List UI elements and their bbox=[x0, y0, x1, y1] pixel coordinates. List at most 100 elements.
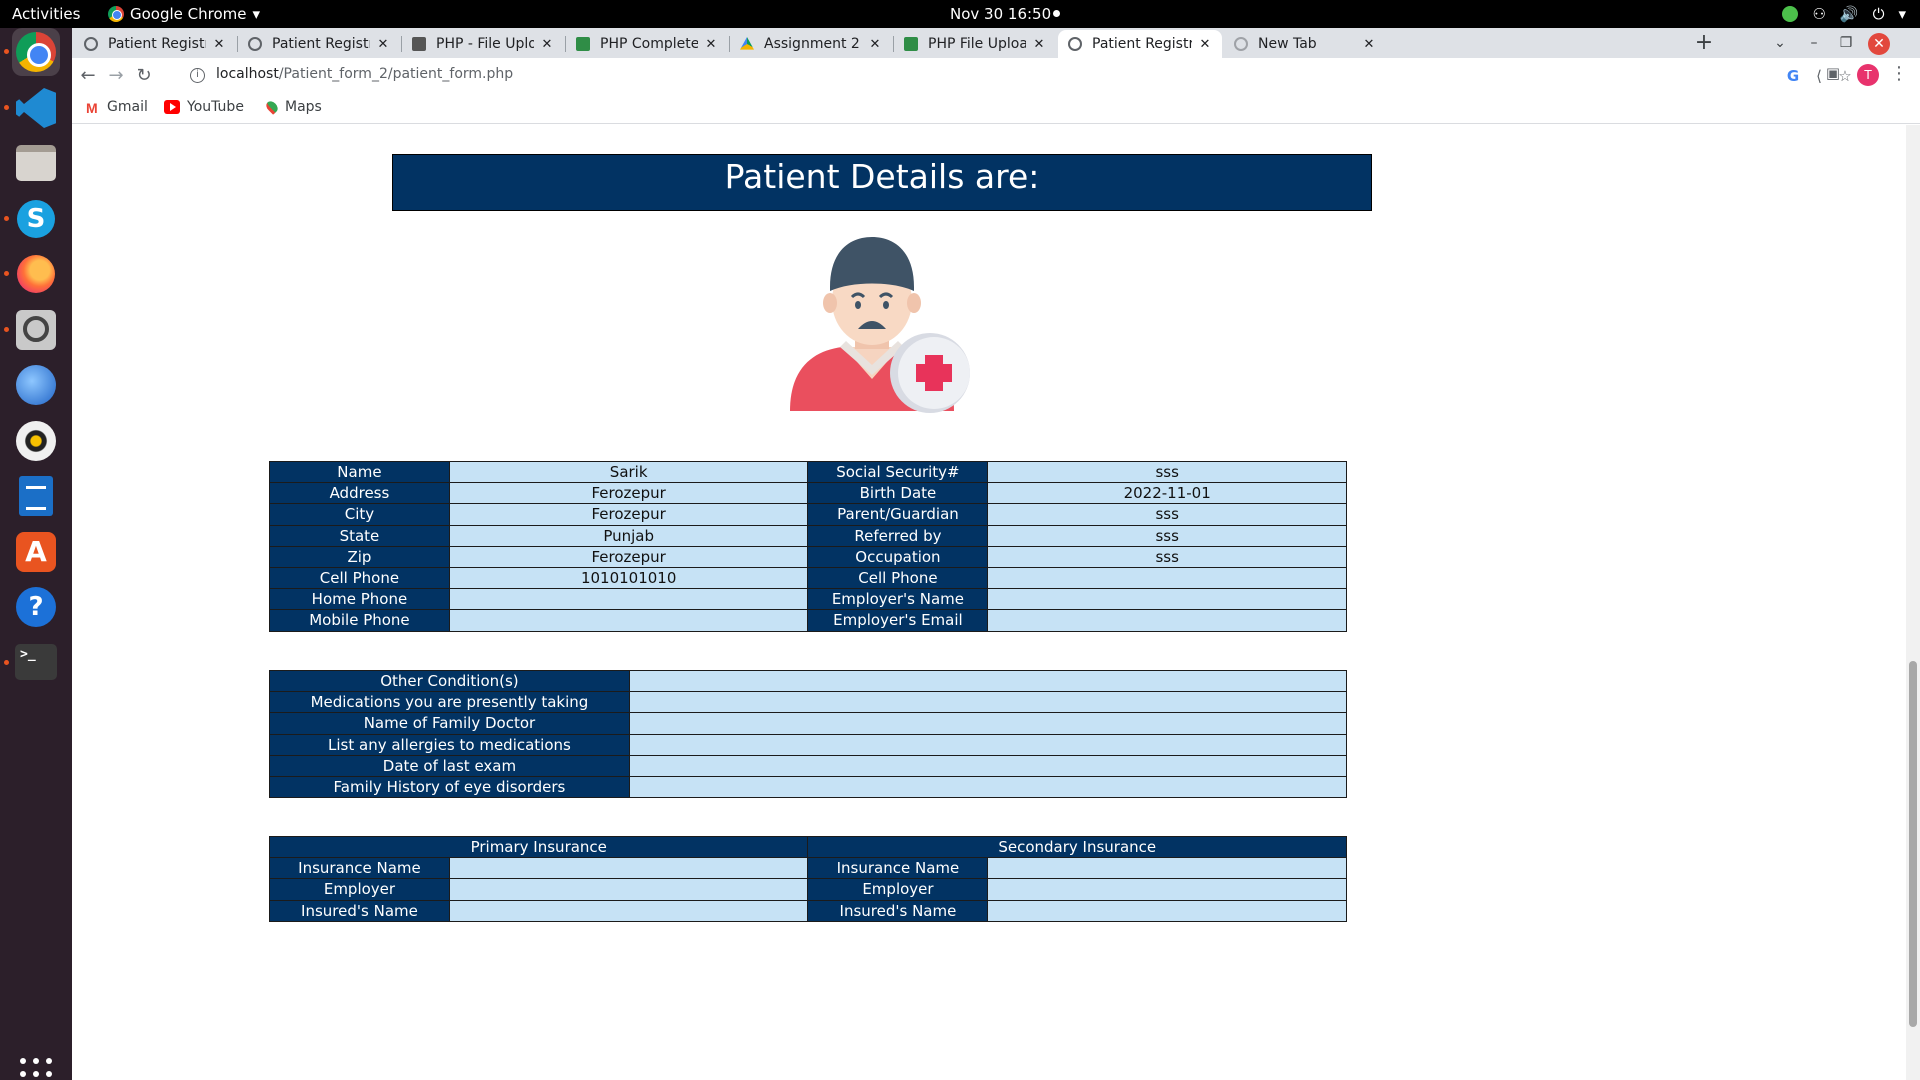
dock-chrome[interactable] bbox=[12, 28, 60, 76]
field-label: Name of Family Doctor bbox=[269, 712, 630, 735]
tab-php-file-upload[interactable]: PHP File Upload ✕ bbox=[894, 30, 1056, 58]
show-applications-icon[interactable] bbox=[20, 1058, 52, 1080]
close-icon[interactable]: ✕ bbox=[540, 37, 554, 52]
forward-button[interactable]: → bbox=[102, 62, 130, 90]
field-label: Insured's Name bbox=[807, 899, 989, 922]
secondary-insurance-header: Secondary Insurance bbox=[807, 835, 1347, 859]
dock-firefox[interactable] bbox=[12, 250, 60, 298]
table-row: Insurance Name Insurance Name bbox=[269, 857, 1347, 880]
insurance-header-row: Primary Insurance Secondary Insurance bbox=[268, 835, 1347, 859]
running-indicator bbox=[4, 660, 9, 665]
volume-icon[interactable]: 🔊 bbox=[1840, 0, 1859, 28]
activities-button[interactable]: Activities bbox=[12, 0, 80, 28]
tab-title: Assignment 2 - 29N bbox=[764, 36, 862, 52]
power-icon[interactable]: ⏻ bbox=[1873, 0, 1885, 28]
primary-insurance-header: Primary Insurance bbox=[268, 835, 809, 859]
globe-icon bbox=[1068, 37, 1082, 51]
google-lens-icon[interactable]: G bbox=[1784, 67, 1802, 85]
maximize-button[interactable]: ❐ bbox=[1832, 30, 1860, 56]
field-value: Ferozepur bbox=[448, 482, 809, 505]
close-icon[interactable]: ✕ bbox=[1198, 37, 1212, 52]
back-button[interactable]: ← bbox=[74, 62, 102, 90]
field-label: Insurance Name bbox=[807, 857, 989, 880]
tab-title: Patient Registration bbox=[272, 36, 370, 52]
reload-button[interactable]: ↻ bbox=[130, 62, 158, 90]
bookmark-label: Maps bbox=[285, 99, 322, 115]
skype-icon: S bbox=[17, 200, 55, 238]
update-shield-icon[interactable] bbox=[1782, 6, 1799, 22]
files-icon bbox=[16, 145, 56, 181]
minimize-button[interactable]: – bbox=[1800, 30, 1828, 56]
clock[interactable]: Nov 30 16:50 bbox=[950, 0, 1051, 28]
close-icon[interactable]: ✕ bbox=[704, 37, 718, 52]
firefox-icon bbox=[17, 255, 55, 293]
tab-new-tab[interactable]: New Tab ✕ bbox=[1224, 30, 1386, 58]
app-menu[interactable]: Google Chrome ▾ bbox=[108, 0, 260, 28]
maps-icon bbox=[264, 99, 280, 115]
scrollbar-thumb[interactable] bbox=[1909, 661, 1917, 1027]
field-label: Name bbox=[269, 460, 450, 484]
field-label: Insured's Name bbox=[269, 899, 450, 922]
field-value: sss bbox=[987, 503, 1347, 526]
dock-help[interactable]: ? bbox=[12, 583, 60, 631]
system-tray[interactable]: ⚇ 🔊 ⏻ ▾ bbox=[1782, 0, 1906, 28]
dock-search[interactable] bbox=[12, 306, 60, 354]
close-icon[interactable]: ✕ bbox=[376, 37, 390, 52]
tab-patient-registration-1[interactable]: Patient Registration ✕ bbox=[74, 30, 236, 58]
vertical-scrollbar[interactable] bbox=[1906, 125, 1920, 1080]
field-label: Occupation bbox=[807, 545, 989, 568]
table-row: Employer Employer bbox=[269, 878, 1347, 901]
tab-assignment-2[interactable]: Assignment 2 - 29N ✕ bbox=[730, 30, 892, 58]
dock-files[interactable] bbox=[12, 139, 60, 187]
tab-title: Patient Registration bbox=[108, 36, 206, 52]
dock-terminal[interactable]: >_ bbox=[12, 638, 60, 686]
chevron-down-icon[interactable]: ▾ bbox=[1898, 0, 1906, 28]
tab-patient-registration-2[interactable]: Patient Registration ✕ bbox=[238, 30, 400, 58]
url-path: /Patient_form_2/patient_form.php bbox=[278, 66, 514, 82]
field-value bbox=[987, 609, 1347, 632]
close-icon[interactable]: ✕ bbox=[1362, 37, 1376, 52]
field-label: Employer's Email bbox=[807, 609, 989, 632]
medical-history-table: Other Condition(s) Medications you are pr… bbox=[269, 669, 1348, 799]
dock-software[interactable]: A bbox=[12, 528, 60, 576]
field-label: Employer's Name bbox=[807, 588, 989, 611]
tab-title: Patient Registration bbox=[1092, 36, 1192, 52]
tab-php-complete-form[interactable]: PHP Complete Form ✕ bbox=[566, 30, 728, 58]
window-close-button[interactable]: ✕ bbox=[1868, 33, 1890, 55]
table-row: Cell Phone 1010101010 Cell Phone bbox=[269, 566, 1347, 590]
close-icon[interactable]: ✕ bbox=[868, 37, 882, 52]
address-bar[interactable]: i localhost/Patient_form_2/patient_form.… bbox=[182, 61, 1862, 91]
menu-icon[interactable]: ⋮ bbox=[1890, 63, 1908, 84]
bookmark-gmail[interactable]: M Gmail bbox=[86, 99, 148, 116]
side-panel-icon[interactable]: ▣ bbox=[1824, 64, 1842, 82]
field-value bbox=[448, 857, 809, 880]
page-viewport[interactable]: Patient Details are: Name Sarik Social Sec… bbox=[72, 125, 1920, 1080]
url-text[interactable]: localhost/Patient_form_2/patient_form.ph… bbox=[216, 66, 513, 82]
field-label: Cell Phone bbox=[807, 566, 989, 590]
bookmark-youtube[interactable]: YouTube bbox=[164, 99, 244, 115]
field-label: List any allergies to medications bbox=[269, 733, 630, 756]
field-label: Employer bbox=[807, 878, 989, 901]
writer-icon bbox=[19, 476, 53, 516]
site-info-icon[interactable]: i bbox=[190, 68, 205, 83]
dock-skype[interactable]: S bbox=[12, 195, 60, 243]
running-indicator bbox=[4, 271, 9, 276]
new-tab-button[interactable]: + bbox=[1690, 30, 1718, 58]
dock-rhythmbox[interactable] bbox=[12, 417, 60, 465]
tab-search-button[interactable]: ⌄ bbox=[1766, 30, 1794, 56]
bookmark-label: YouTube bbox=[187, 99, 244, 115]
close-icon[interactable]: ✕ bbox=[212, 37, 226, 52]
profile-avatar[interactable]: T bbox=[1857, 64, 1879, 86]
tab-patient-registration-active[interactable]: Patient Registration ✕ bbox=[1058, 30, 1222, 58]
table-row: State Punjab Referred by sss bbox=[269, 524, 1347, 547]
dock-vscode[interactable] bbox=[12, 84, 60, 132]
dock-thunderbird[interactable] bbox=[12, 361, 60, 409]
close-icon[interactable]: ✕ bbox=[1032, 37, 1046, 52]
dock-writer[interactable] bbox=[12, 472, 60, 520]
network-icon[interactable]: ⚇ bbox=[1812, 0, 1825, 28]
field-value: sss bbox=[987, 545, 1347, 568]
tab-php-file-uploading[interactable]: PHP - File Uploading ✕ bbox=[402, 30, 564, 58]
running-indicator bbox=[4, 216, 9, 221]
bookmark-maps[interactable]: Maps bbox=[264, 99, 322, 115]
field-value bbox=[448, 609, 809, 632]
